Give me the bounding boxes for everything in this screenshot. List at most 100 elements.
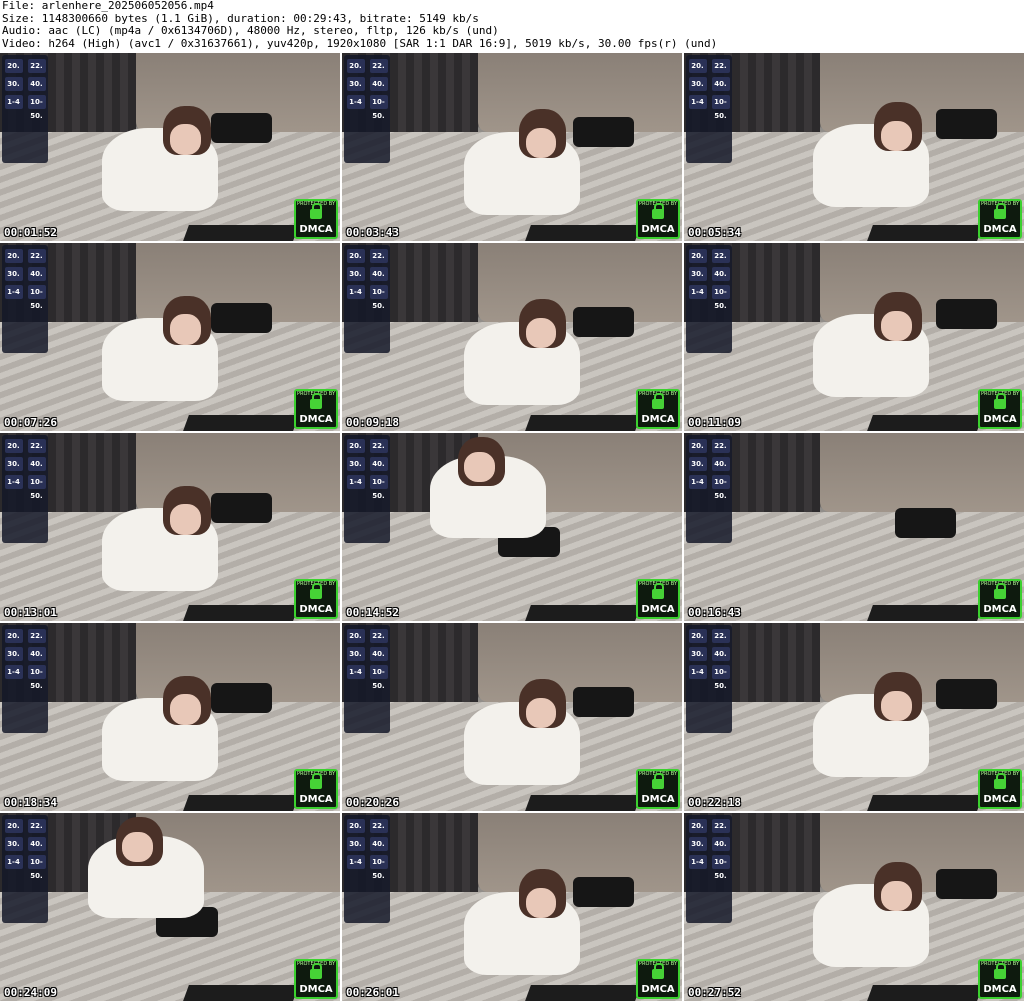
thumbnail-timestamp: 00:18:34 bbox=[4, 796, 57, 809]
overlay-row: 1-4 10-50. bbox=[2, 665, 48, 690]
video-thumbnail: 20. 22. 30. 40. 1-4 10-50. PROTECTED BYDMCA 00:… bbox=[0, 813, 340, 1001]
keyboard bbox=[867, 985, 983, 1001]
overlay-cell: 10-50. bbox=[711, 285, 730, 310]
lock-icon bbox=[652, 583, 664, 599]
thumbnail-timestamp: 00:26:01 bbox=[346, 986, 399, 999]
video-thumbnail: 20. 22. 30. 40. 1-4 10-50. PROTECTED BYDMCA 00:… bbox=[0, 53, 340, 241]
lock-icon bbox=[310, 963, 322, 979]
overlay-cell: 1-4 bbox=[688, 95, 707, 109]
dmca-label: DMCA bbox=[641, 794, 675, 805]
shorts bbox=[935, 299, 997, 330]
video-info-line: Video: h264 (High) (avc1 / 0x31637661), … bbox=[2, 36, 718, 50]
overlay-row: 20. 22. bbox=[344, 249, 390, 263]
overlay-cell: 40. bbox=[711, 837, 730, 851]
overlay-cell: 10-50. bbox=[369, 665, 388, 690]
keyboard bbox=[525, 225, 641, 241]
thumbnail-timestamp: 00:24:09 bbox=[4, 986, 57, 999]
overlay-cell: 40. bbox=[369, 647, 388, 661]
video-thumbnail: 20. 22. 30. 40. 1-4 10-50. PROTECTED BYDMCA 00:… bbox=[684, 623, 1024, 811]
overlay-cell: 1-4 bbox=[346, 475, 365, 489]
dmca-label: DMCA bbox=[641, 414, 675, 425]
dmca-badge: PROTECTED BYDMCA bbox=[294, 199, 338, 239]
overlay-cell: 10-50. bbox=[711, 475, 730, 500]
overlay-cell: 1-4 bbox=[4, 285, 23, 299]
overlay-cell: 30. bbox=[346, 647, 365, 661]
overlay-cell: 1-4 bbox=[346, 665, 365, 679]
keyboard bbox=[183, 605, 299, 621]
face bbox=[881, 690, 912, 721]
thumbnail-timestamp: 00:09:18 bbox=[346, 416, 399, 429]
overlay-row: 30. 40. bbox=[2, 267, 48, 281]
thumbnail-timestamp: 00:22:18 bbox=[688, 796, 741, 809]
keyboard bbox=[525, 985, 641, 1001]
keyboard bbox=[183, 795, 299, 811]
overlay-cell: 10-50. bbox=[711, 95, 730, 120]
video-thumbnail: 20. 22. 30. 40. 1-4 10-50. PROTECTED BYDMCA 00:… bbox=[0, 243, 340, 431]
video-thumbnail: 20. 22. 30. 40. 1-4 10-50. PROTECTED BYDMCA 00:… bbox=[342, 243, 682, 431]
dmca-label: DMCA bbox=[299, 224, 333, 235]
overlay-cell: 22. bbox=[27, 249, 46, 263]
overlay-cell: 22. bbox=[369, 59, 388, 73]
video-thumbnail: 20. 22. 30. 40. 1-4 10-50. PROTECTED BYDMCA 00:… bbox=[0, 623, 340, 811]
lock-icon bbox=[652, 393, 664, 409]
overlay-row: 1-4 10-50. bbox=[686, 475, 732, 500]
overlay-row: 30. 40. bbox=[686, 457, 732, 471]
overlay-cell: 22. bbox=[711, 249, 730, 263]
overlay-cell: 1-4 bbox=[4, 95, 23, 109]
overlay-row: 20. 22. bbox=[344, 629, 390, 643]
overlay-cell: 20. bbox=[346, 59, 365, 73]
overlay-cell: 22. bbox=[711, 629, 730, 643]
dmca-label: DMCA bbox=[299, 414, 333, 425]
overlay-row: 1-4 10-50. bbox=[2, 855, 48, 880]
overlay-cell: 40. bbox=[27, 457, 46, 471]
overlay-cell: 1-4 bbox=[4, 475, 23, 489]
face bbox=[464, 451, 495, 482]
stream-overlay-panel: 20. 22. 30. 40. 1-4 10-50. bbox=[2, 435, 48, 543]
overlay-cell: 22. bbox=[369, 439, 388, 453]
overlay-row: 1-4 10-50. bbox=[686, 95, 732, 120]
overlay-cell: 1-4 bbox=[688, 855, 707, 869]
dmca-badge: PROTECTED BYDMCA bbox=[294, 959, 338, 999]
overlay-row: 30. 40. bbox=[686, 267, 732, 281]
dmca-badge: PROTECTED BYDMCA bbox=[294, 769, 338, 809]
overlay-cell: 1-4 bbox=[346, 95, 365, 109]
shorts bbox=[935, 109, 997, 140]
lock-icon bbox=[994, 963, 1006, 979]
audio-info-line: Audio: aac (LC) (mp4a / 0x6134706D), 480… bbox=[2, 24, 499, 38]
overlay-row: 20. 22. bbox=[686, 819, 732, 833]
overlay-cell: 30. bbox=[688, 267, 707, 281]
lock-icon bbox=[994, 583, 1006, 599]
keyboard bbox=[183, 985, 299, 1001]
lock-icon bbox=[994, 773, 1006, 789]
lock-icon bbox=[652, 963, 664, 979]
overlay-cell: 10-50. bbox=[369, 855, 388, 880]
video-thumbnail: 20. 22. 30. 40. 1-4 10-50. PROTECTED BYDMCA 00:… bbox=[342, 53, 682, 241]
shorts bbox=[210, 303, 272, 334]
face bbox=[881, 120, 912, 151]
overlay-row: 30. 40. bbox=[344, 267, 390, 281]
stream-overlay-panel: 20. 22. 30. 40. 1-4 10-50. bbox=[2, 55, 48, 163]
overlay-cell: 22. bbox=[369, 249, 388, 263]
dmca-badge: PROTECTED BYDMCA bbox=[978, 199, 1022, 239]
overlay-cell: 22. bbox=[711, 59, 730, 73]
face bbox=[881, 310, 912, 341]
face bbox=[170, 124, 201, 155]
overlay-cell: 40. bbox=[711, 457, 730, 471]
overlay-cell: 20. bbox=[346, 819, 365, 833]
thumbnail-timestamp: 00:01:52 bbox=[4, 226, 57, 239]
dmca-label: DMCA bbox=[641, 224, 675, 235]
overlay-row: 20. 22. bbox=[344, 59, 390, 73]
keyboard bbox=[183, 225, 299, 241]
overlay-cell: 30. bbox=[688, 837, 707, 851]
overlay-cell: 1-4 bbox=[4, 855, 23, 869]
stream-overlay-panel: 20. 22. 30. 40. 1-4 10-50. bbox=[686, 245, 732, 353]
face bbox=[170, 314, 201, 345]
dmca-label: DMCA bbox=[299, 794, 333, 805]
video-thumbnail: 20. 22. 30. 40. 1-4 10-50. PROTECTED BYDMCA 00:… bbox=[684, 243, 1024, 431]
shorts bbox=[935, 679, 997, 710]
overlay-row: 30. 40. bbox=[686, 77, 732, 91]
overlay-row: 1-4 10-50. bbox=[344, 665, 390, 690]
overlay-cell: 1-4 bbox=[346, 285, 365, 299]
lock-icon bbox=[310, 203, 322, 219]
face bbox=[122, 831, 153, 862]
